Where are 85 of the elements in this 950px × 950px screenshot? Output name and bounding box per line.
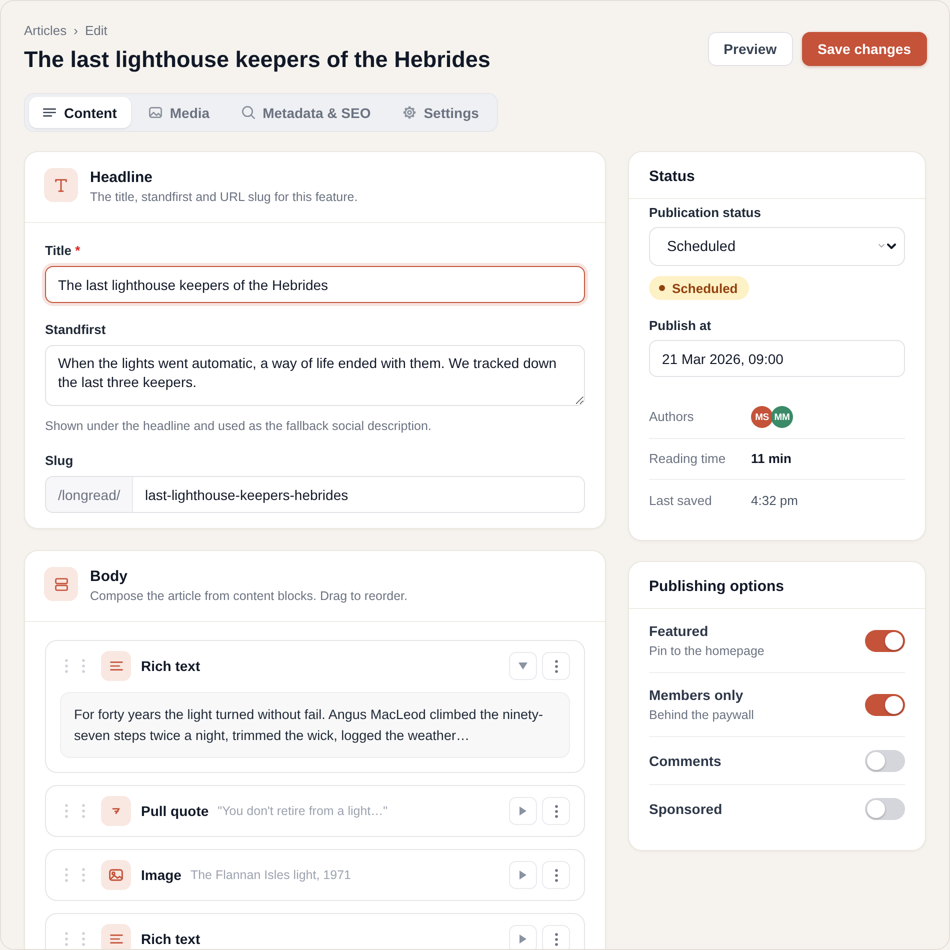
more-icon xyxy=(554,932,558,946)
blocks-icon xyxy=(44,567,78,601)
more-button[interactable] xyxy=(542,861,570,889)
more-button[interactable] xyxy=(542,925,570,949)
card-subtitle: Compose the article from content blocks. Drag to reorder. xyxy=(90,588,408,605)
field-label: Standfirst xyxy=(45,322,107,338)
detail-label: Authors xyxy=(649,408,695,426)
lines-icon xyxy=(101,651,131,681)
drag-handle-icon[interactable] xyxy=(65,804,85,818)
breadcrumb-current: Edit xyxy=(84,23,108,39)
detail-value: 11 min xyxy=(751,450,792,468)
expand-button[interactable] xyxy=(509,797,537,825)
toggle-switch[interactable] xyxy=(865,750,905,772)
option-title: Featured xyxy=(649,622,710,640)
field-label: Slug xyxy=(45,453,74,469)
breadcrumb-separator: › xyxy=(74,23,78,39)
card-title: Headline xyxy=(90,168,154,188)
block-title: Pull quote xyxy=(141,803,209,819)
field-label: Publish at xyxy=(649,318,712,334)
caret-right-icon xyxy=(519,806,527,816)
option-title: Members only xyxy=(649,686,744,704)
slug-input[interactable]: last-lighthouse-keepers-hebrides xyxy=(133,476,585,513)
avatar: MM xyxy=(771,406,793,428)
detail-value: 4:32 pm xyxy=(751,492,798,510)
toggle-switch[interactable] xyxy=(865,630,905,652)
more-icon xyxy=(554,804,558,818)
option-description: Behind the paywall xyxy=(649,707,755,724)
save-button[interactable]: Save changes xyxy=(802,32,927,66)
more-icon xyxy=(554,660,558,672)
expand-button[interactable] xyxy=(509,861,537,889)
status-select[interactable]: Scheduled xyxy=(649,227,905,266)
card-title: Body xyxy=(90,567,128,587)
field-label: Publication status xyxy=(649,205,762,221)
toggle-switch[interactable] xyxy=(865,694,905,716)
card-title: Status xyxy=(649,167,695,187)
status-dot-icon xyxy=(659,285,665,291)
url-prefix: /longread/ xyxy=(45,476,133,513)
block-title: Rich text xyxy=(141,931,200,947)
card-subtitle: The title, standfirst and URL slug for this feature. xyxy=(90,189,358,206)
collapse-button[interactable] xyxy=(509,652,537,680)
detail-label: Last saved xyxy=(649,492,713,510)
preview-button[interactable]: Preview xyxy=(708,32,793,66)
avatar: MS xyxy=(751,406,773,428)
block-summary: The Flannan Isles light, 1971 xyxy=(190,868,351,882)
card-title: Publishing options xyxy=(649,577,784,597)
page-title: The last lighthouse keepers of the Hebrides xyxy=(24,46,490,74)
tab[interactable]: Metadata & SEO xyxy=(228,97,385,128)
block-title: Image xyxy=(141,867,182,883)
toggle-switch[interactable] xyxy=(865,798,905,820)
tab[interactable]: Settings xyxy=(388,97,493,128)
block-preview: For forty years the light turned without fail. Angus MacLeod climbed the ninety-seven steps twice a night, trimmed the wick, logged the weather… xyxy=(60,692,570,758)
field-label: Title * xyxy=(45,243,82,259)
lines-icon xyxy=(101,924,131,949)
expand-button[interactable] xyxy=(509,925,537,949)
detail-label: Reading time xyxy=(649,450,727,468)
gear-icon xyxy=(402,106,416,119)
status-text: Scheduled xyxy=(672,280,738,296)
standfirst-textarea[interactable]: When the lights went automatic, a way of life ended with them. We tracked down the last three keepers. xyxy=(45,345,585,406)
quote-icon xyxy=(101,796,131,826)
image-icon xyxy=(148,107,162,118)
lines-icon xyxy=(43,108,56,117)
more-button[interactable] xyxy=(542,652,570,680)
text-icon xyxy=(44,168,78,202)
field-hint: Shown under the headline and used as the fallback social description. xyxy=(45,418,432,434)
tab[interactable]: Content xyxy=(29,97,131,128)
drag-handle-icon[interactable] xyxy=(65,659,85,673)
block-summary: "You don't retire from a light…" xyxy=(218,804,388,818)
more-icon xyxy=(554,868,558,882)
caret-right-icon xyxy=(519,934,527,944)
image-icon xyxy=(101,860,131,890)
chevron-down-icon xyxy=(878,243,896,250)
option-description: Pin to the homepage xyxy=(649,643,766,660)
breadcrumb-link[interactable]: Articles xyxy=(24,23,67,39)
option-title: Comments xyxy=(649,752,722,770)
option-title: Sponsored xyxy=(649,800,724,818)
title-input[interactable]: The last lighthouse keepers of the Hebrides xyxy=(45,266,585,303)
caret-right-icon xyxy=(519,870,527,880)
drag-handle-icon[interactable] xyxy=(65,932,85,946)
block-title: Rich text xyxy=(141,658,200,674)
tab[interactable]: Media xyxy=(134,97,224,128)
publish-date-input[interactable]: 21 Mar 2026, 09:00 xyxy=(649,340,905,377)
more-button[interactable] xyxy=(542,797,570,825)
search-icon xyxy=(242,106,255,119)
drag-handle-icon[interactable] xyxy=(65,868,85,882)
caret-down-icon xyxy=(518,662,528,670)
